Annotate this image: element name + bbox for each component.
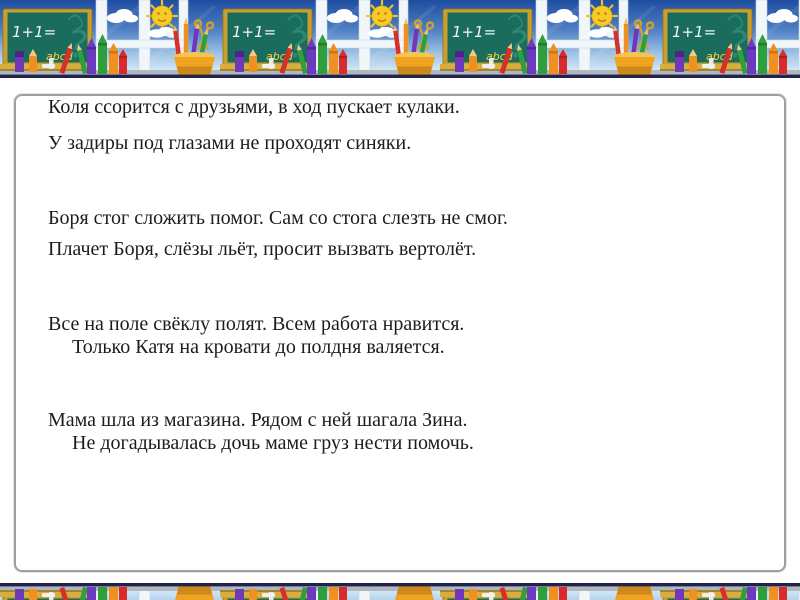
text-frame: Коля ссорится с друзьями, в ход пускает … xyxy=(14,94,786,572)
text-line: Не догадывалась дочь маме груз нести пом… xyxy=(72,432,474,454)
school-border-illustration: ? 1+1= abcd xyxy=(0,0,800,78)
text-line: Только Катя на кровати до полдня валяетс… xyxy=(72,336,445,358)
slide-canvas: ? 1+1= abcd xyxy=(0,0,800,600)
text-line: Мама шла из магазина. Рядом с ней шагала… xyxy=(48,409,468,431)
text-line: Коля ссорится с друзьями, в ход пускает … xyxy=(48,96,460,118)
text-line: Все на поле свёклу полят. Всем работа нр… xyxy=(48,313,465,335)
bottom-border-strip xyxy=(0,583,800,600)
school-border-illustration-mirrored xyxy=(0,583,800,600)
text-line: Боря стог сложить помог. Сам со стога сл… xyxy=(48,207,508,229)
text-line: Плачет Боря, слёзы льёт, просит вызвать … xyxy=(48,238,477,260)
top-border-strip: ? 1+1= abcd xyxy=(0,0,800,78)
text-line: У задиры под глазами не проходят синяки. xyxy=(48,132,412,154)
